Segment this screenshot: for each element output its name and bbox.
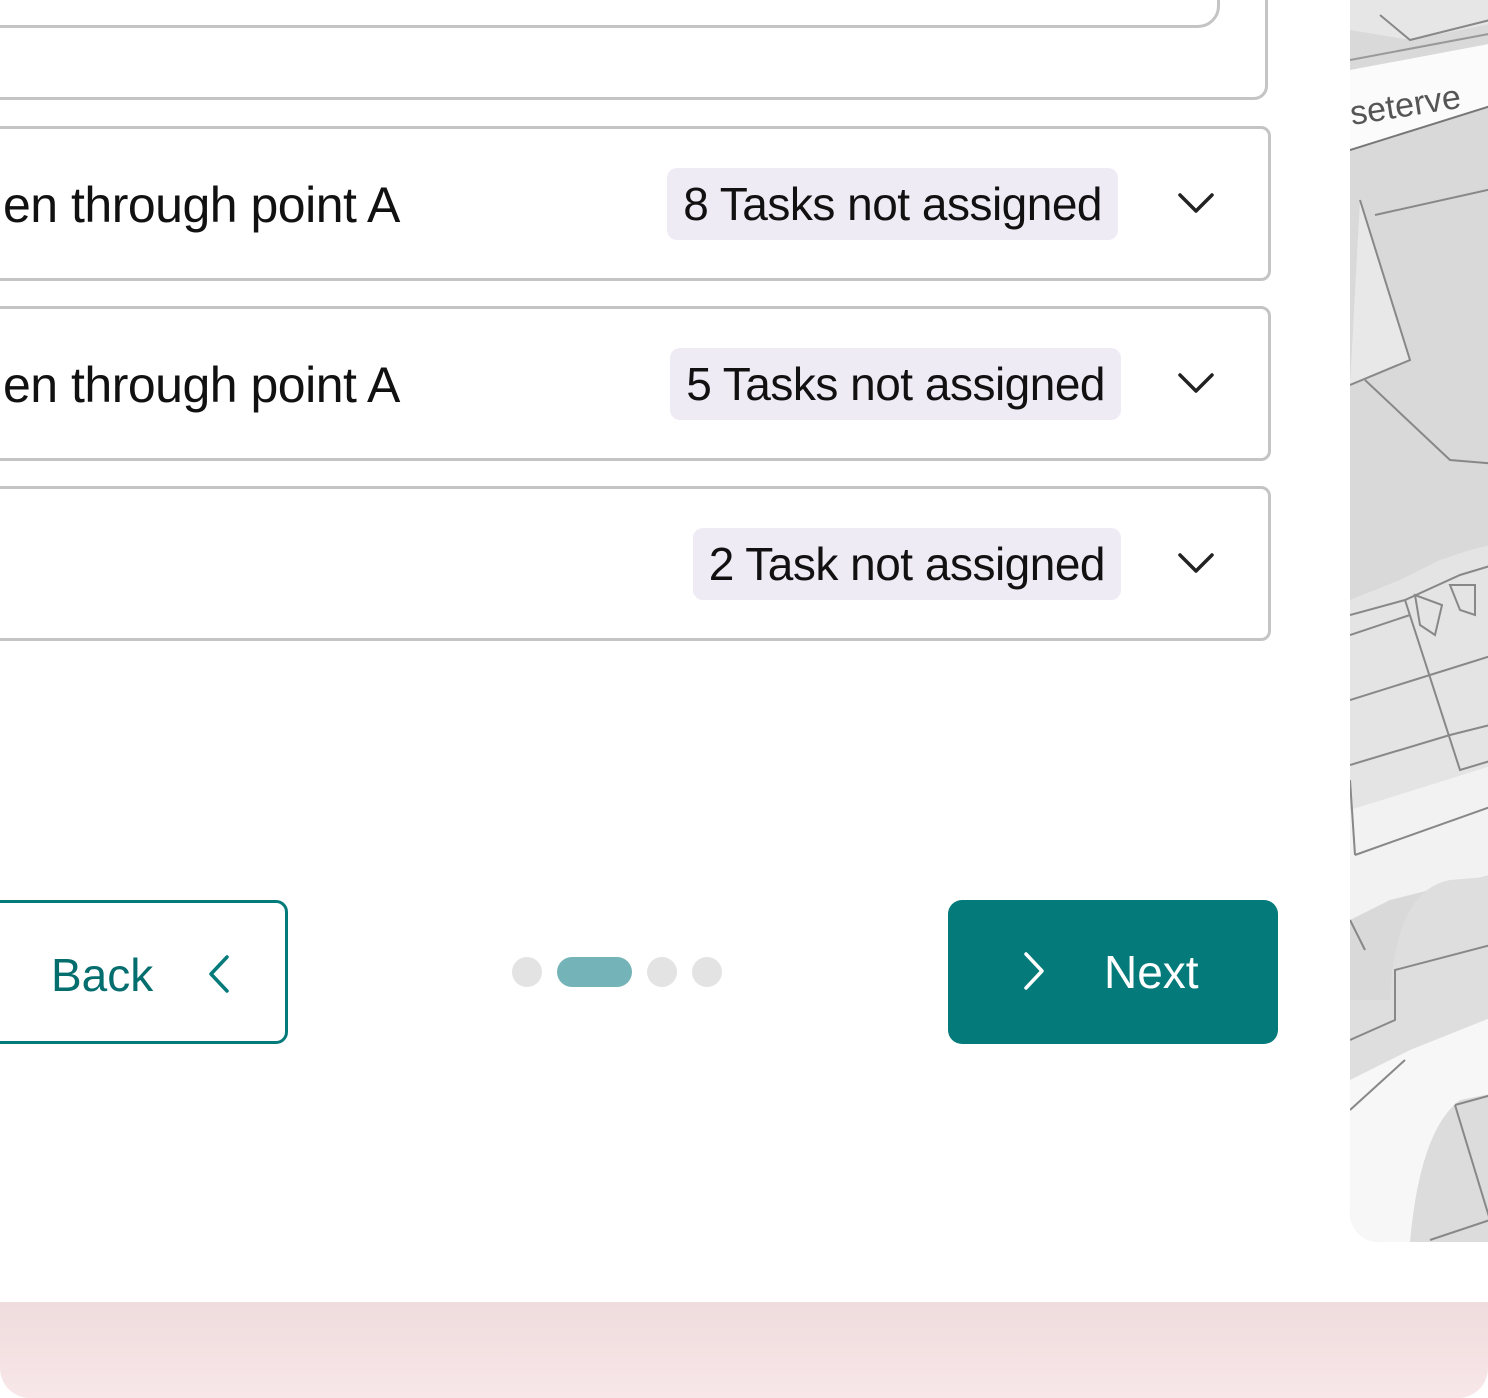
step-dot[interactable] — [647, 957, 677, 987]
task-title: en through point A — [3, 177, 400, 233]
unassigned-tasks-badge: 5 Tasks not assigned — [670, 348, 1121, 420]
map-illustration: seterve — [1350, 0, 1488, 1242]
back-button-label: Back — [51, 949, 154, 1001]
chevron-down-icon[interactable] — [1176, 549, 1216, 579]
task-accordion-item[interactable]: en through point A 5 Tasks not assigned — [0, 306, 1271, 461]
unassigned-tasks-badge: 8 Tasks not assigned — [667, 168, 1118, 240]
nested-card — [0, 0, 1220, 28]
step-indicator — [512, 957, 722, 987]
chevron-right-icon — [1024, 952, 1044, 990]
step-dot[interactable] — [512, 957, 542, 987]
chevron-down-icon[interactable] — [1176, 369, 1216, 399]
back-button[interactable]: Back — [0, 900, 288, 1044]
bottom-banner — [0, 1302, 1488, 1398]
next-button[interactable]: Next — [948, 900, 1278, 1044]
chevron-left-icon — [209, 955, 229, 993]
step-dot[interactable] — [692, 957, 722, 987]
chevron-down-icon[interactable] — [1176, 189, 1216, 219]
next-button-label: Next — [1104, 946, 1199, 998]
step-dot-active[interactable] — [557, 957, 632, 987]
task-accordion-item[interactable]: 2 Task not assigned — [0, 486, 1271, 641]
task-accordion-item[interactable]: en through point A 8 Tasks not assigned — [0, 126, 1271, 281]
map-preview[interactable]: seterve — [1350, 0, 1488, 1242]
unassigned-tasks-badge: 2 Task not assigned — [692, 528, 1121, 600]
task-title: en through point A — [3, 357, 400, 413]
